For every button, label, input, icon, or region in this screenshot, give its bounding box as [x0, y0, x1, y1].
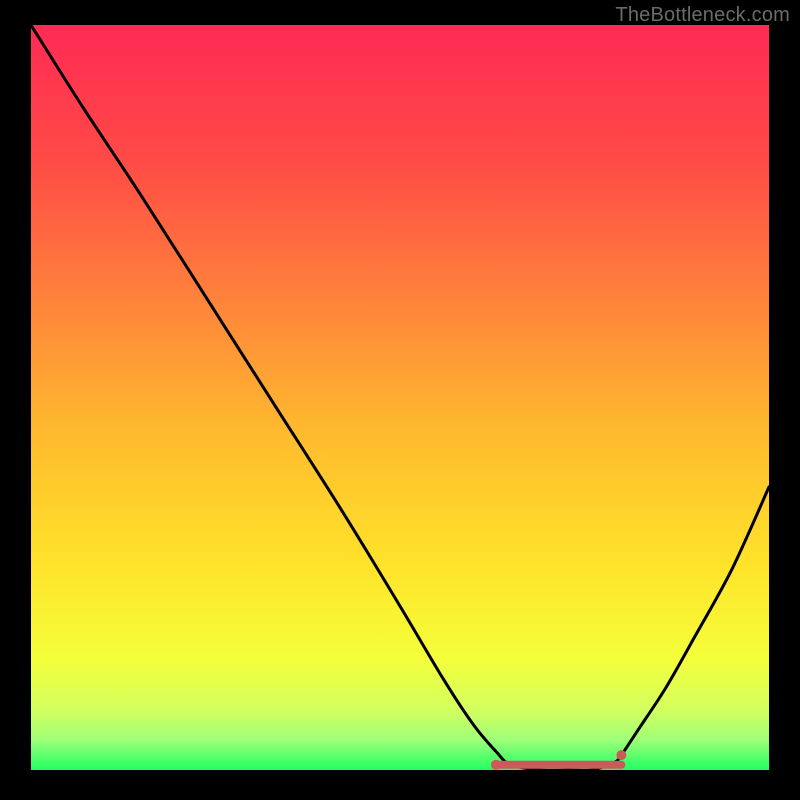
bottleneck-curve — [31, 25, 769, 770]
plot-area — [31, 25, 769, 770]
flat-optimal-region — [491, 750, 626, 770]
chart-svg — [31, 25, 769, 770]
watermark-text: TheBottleneck.com — [615, 4, 790, 27]
plot-frame — [31, 25, 769, 770]
